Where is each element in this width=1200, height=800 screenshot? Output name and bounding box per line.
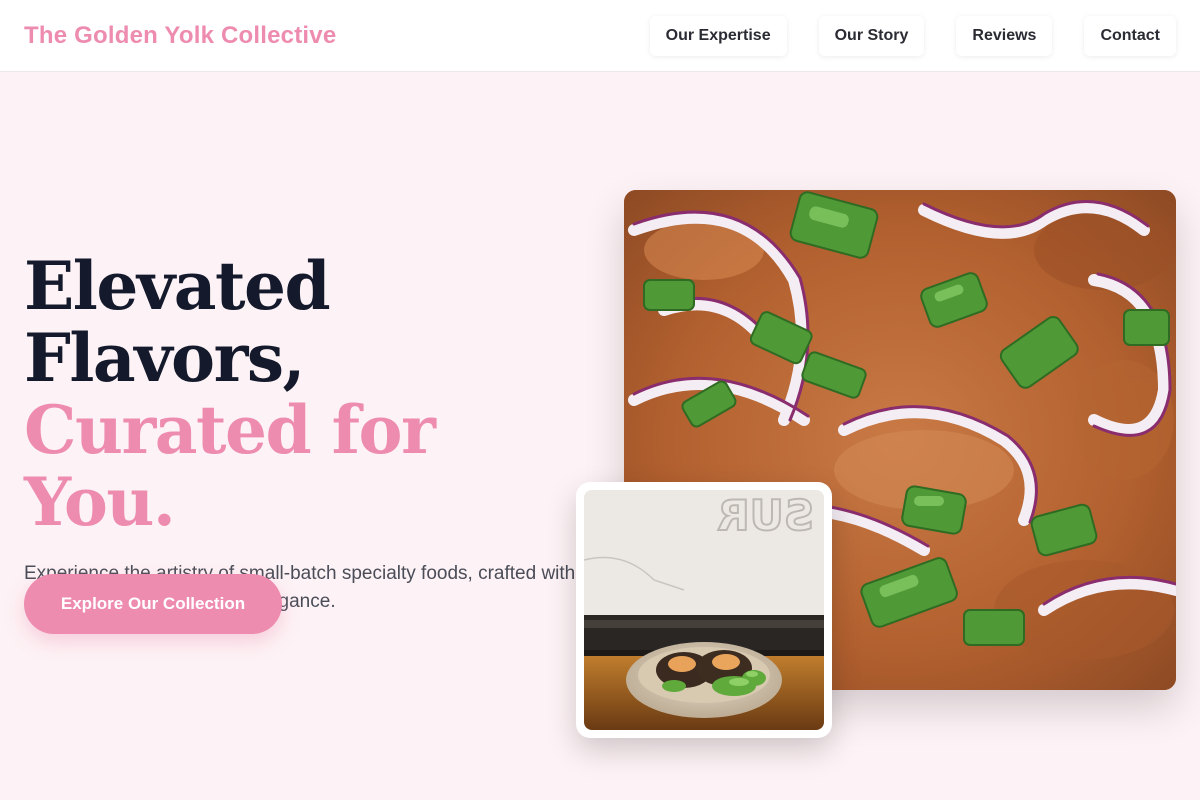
nav-link-our-expertise[interactable]: Our Expertise [649, 15, 787, 56]
svg-text:SUR: SUR [717, 491, 814, 540]
brand-logo[interactable]: The Golden Yolk Collective [24, 22, 336, 50]
bowl-illustration: SUR [584, 490, 824, 730]
nav-link-reviews[interactable]: Reviews [956, 15, 1053, 56]
nav-links: Our Expertise Our Story Reviews Contact [649, 15, 1176, 56]
headline-line-1: Elevated [24, 247, 331, 325]
inset-food-photo: SUR [576, 482, 832, 738]
headline-line-2: Flavors, [24, 319, 305, 397]
hero-headline: Elevated Flavors, Curated for You. [24, 250, 584, 538]
nav-link-our-story[interactable]: Our Story [818, 15, 925, 56]
explore-collection-button[interactable]: Explore Our Collection [24, 574, 282, 634]
navbar: The Golden Yolk Collective Our Expertise… [0, 0, 1200, 72]
headline-accent: Curated for You. [24, 391, 436, 541]
nav-link-contact[interactable]: Contact [1084, 15, 1176, 56]
hero-text: Elevated Flavors, Curated for You. Exper… [24, 250, 584, 616]
